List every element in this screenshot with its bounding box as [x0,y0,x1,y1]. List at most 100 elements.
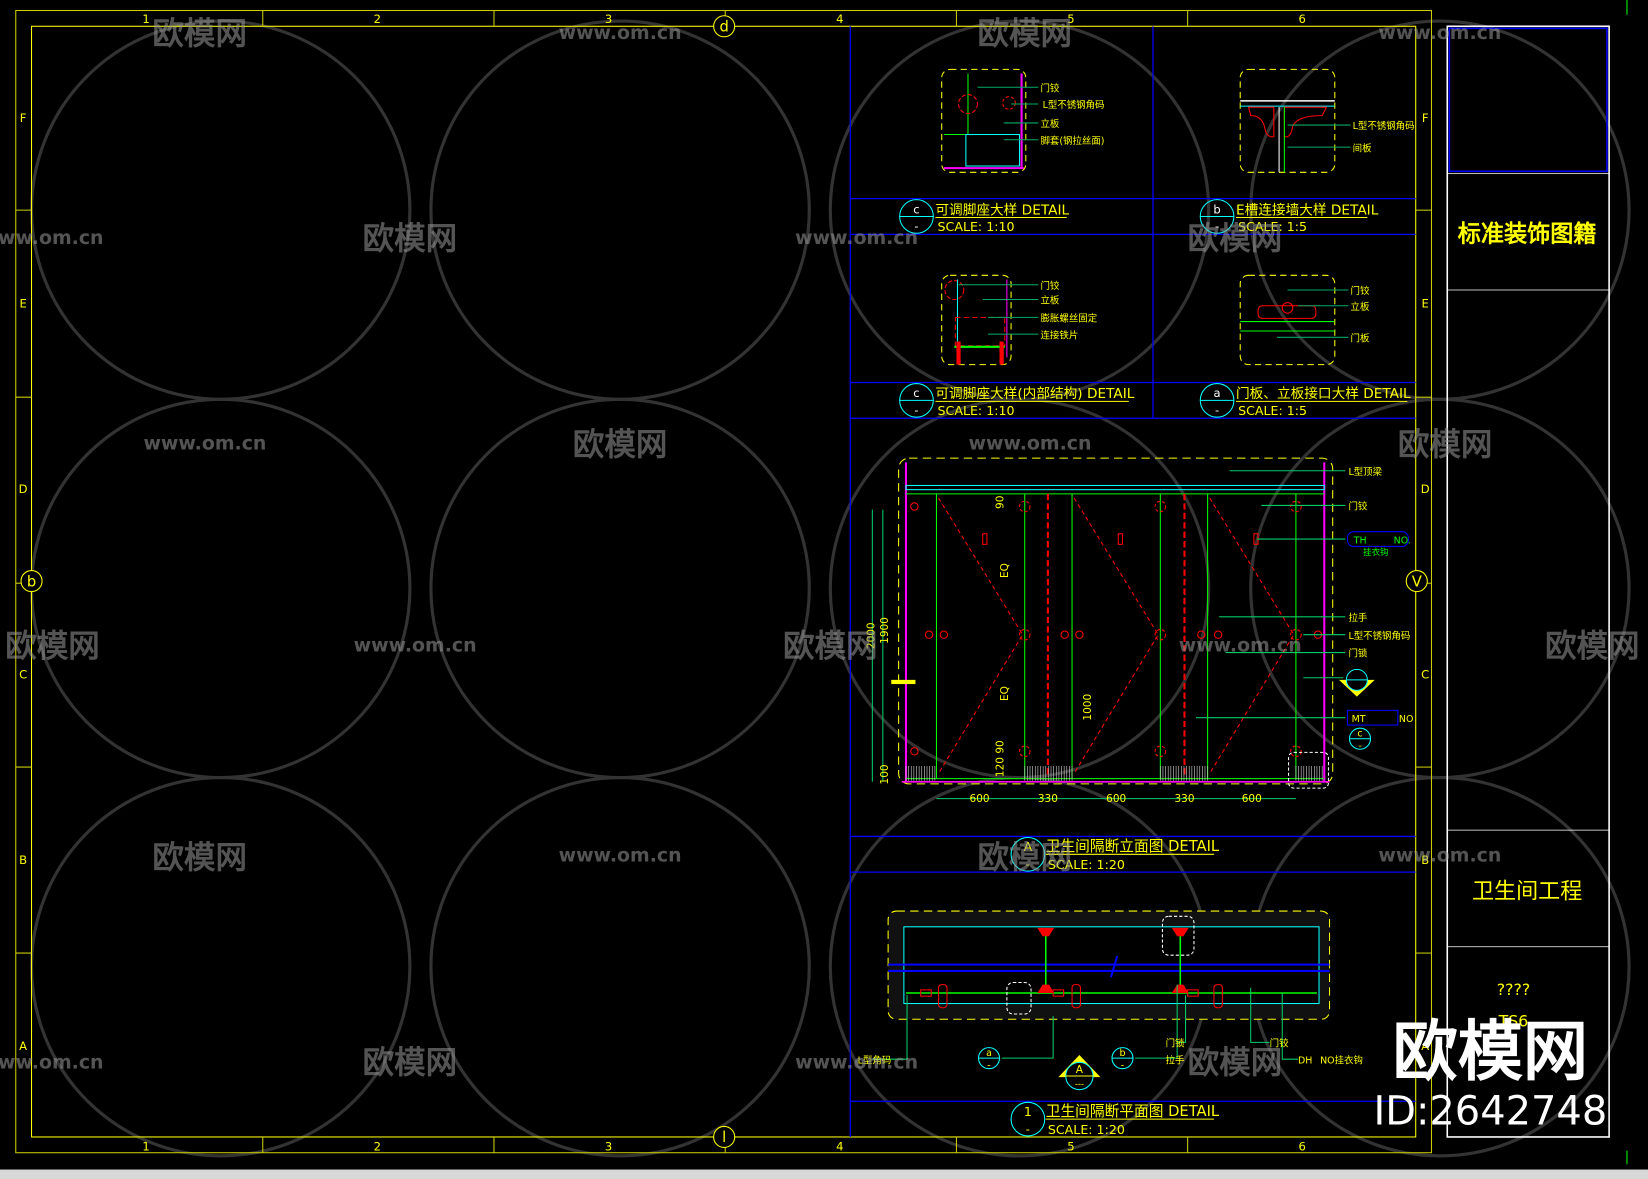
plan-sheet: - [1026,1122,1030,1136]
plan-section-sheet: --- [1075,1079,1084,1089]
plan-mark: 1 [1024,1104,1032,1119]
plan-title: 卫生间隔断平面图 DETAIL [1046,1103,1220,1120]
plan-label-dh: DH [1298,1055,1312,1066]
frame-row-label-left: F [20,111,27,125]
dimension-bottom: 600 [970,793,990,805]
dimension-handle-height: 1000 [1082,694,1094,721]
watermark-logo: 欧模网 [1188,221,1283,257]
detail-label: 间板 [1353,142,1372,154]
detail-sheet: - [914,403,918,417]
tag-mt: MT [1352,714,1366,725]
plan-label-handle: 拉手 [1166,1054,1185,1066]
detail-mark: a [1214,386,1221,400]
elevation-label-bracket: L型不锈钢角码 [1348,630,1410,642]
watermark-logo: 欧模网 [1398,427,1493,463]
dimension-eq: EQ [999,686,1011,701]
detail-mark: b [1213,202,1220,216]
watermark-logo: 欧模网 [152,840,247,876]
dimension-bottom-gap: 120 90 [995,740,1007,777]
frame-column-label-bottom: 5 [1067,1140,1074,1154]
elevation-label-handle: 拉手 [1348,612,1367,624]
svg-text:d: d [719,19,728,36]
frame-column-label-bottom: 1 [142,1140,149,1154]
tag-mt-no: NO [1399,714,1414,725]
elevation-label-hinge: 门铰 [1348,501,1367,513]
dimension-bottom: 330 [1174,793,1194,805]
frame-marker-right: V [1405,570,1428,593]
plan-callout-sheet: - [1121,1061,1124,1072]
frame-marker-left: b [20,570,43,593]
detail-label: 连接铁片 [1041,329,1079,341]
detail-label: 脚套(钢拉丝面) [1041,135,1105,147]
detail-label: 门板 [1351,333,1370,345]
detail-label: 立板 [1041,295,1060,307]
watermark-url: www.om.cn [0,1052,104,1074]
title-block-drawing-name: ???? [1497,980,1530,999]
callout-mark: c [1357,729,1362,740]
watermark-id: ID:2642748 [1373,1088,1607,1134]
frame-row-label-right: C [1421,668,1429,682]
frame-column-label-bottom: 2 [374,1140,381,1154]
watermark-url: www.om.cn [0,227,104,249]
detail-mark: c [913,202,919,216]
watermark-url: www.om.cn [1378,22,1501,44]
plan-callout-mark: a [986,1048,992,1059]
detail-label: 门铰 [1351,285,1370,297]
tag-hook-label: 挂衣钩 [1363,547,1388,557]
watermark-logo: 欧模网 [5,629,100,665]
watermark-logo-large: 欧模网 [1393,1015,1588,1090]
detail-scale: SCALE: 1:10 [938,403,1015,418]
watermark-logo: 欧模网 [363,221,458,257]
detail-label: 立板 [1041,118,1060,130]
detail-label: L型不锈钢角码 [1043,99,1105,111]
watermark-url: www.om.cn [795,227,918,249]
svg-text:b: b [27,573,36,590]
frame-row-label-left: B [19,853,27,867]
status-bar [0,1169,1648,1179]
title-block-project: 卫生间工程 [1472,879,1582,904]
watermark-logo: 欧模网 [783,629,878,665]
detail-label: 门铰 [1041,280,1060,292]
watermark-url: www.om.cn [1378,845,1501,867]
dimension-eq: EQ [999,563,1011,578]
frame-row-label-right: E [1422,296,1429,310]
detail-mark: c [913,386,919,400]
frame-marker-top: d [713,15,736,38]
detail-label: L型不锈钢角码 [1353,120,1415,132]
frame-column-label-top: 2 [374,12,381,26]
watermark-url: www.om.cn [143,433,266,455]
frame-row-label-left: A [19,1039,27,1053]
frame-column-label-top: 6 [1299,12,1306,26]
detail-title: 门板、立板接口大样 DETAIL [1236,385,1411,402]
dimension-panel: 1900 [879,617,891,644]
detail-title: E槽连接墙大样 DETAIL [1236,201,1379,218]
dimension-bottom: 600 [1242,793,1262,805]
frame-row-label-left: D [19,482,28,496]
watermark-url: www.om.cn [795,1052,918,1074]
watermark-url: www.om.cn [969,433,1092,455]
frame-marker-bottom: l [713,1125,736,1149]
svg-text:l: l [722,1129,726,1146]
svg-text:V: V [1412,573,1422,590]
dimension-foot: 100 [879,764,891,784]
title-block-title: 标准装饰图籍 [1458,221,1597,248]
frame-row-label-left: C [19,668,27,682]
callout-sheet: - [1358,741,1361,752]
watermark-logo: 欧模网 [1188,1045,1283,1081]
frame-column-label-bottom: 4 [836,1140,843,1154]
watermark-logo: 欧模网 [363,1045,458,1081]
watermark-url: www.om.cn [354,634,477,656]
frame-row-label-right: F [1422,111,1429,125]
watermark-url: www.om.cn [559,845,682,867]
watermark-logo: 欧模网 [977,840,1072,876]
detail-scale: SCALE: 1:5 [1238,403,1307,418]
cad-drawing-canvas[interactable]: 112233445566F FE ED DC CB BA A d l b V 标准装饰图籍 … [0,0,1648,1179]
frame-column-label-bottom: 3 [605,1140,612,1154]
detail-sheet: - [1215,403,1219,417]
detail-label: 立板 [1351,301,1370,313]
frame-row-label-left: E [19,296,26,310]
elevation-label-top_beam: L型顶梁 [1348,466,1382,478]
frame-column-label-bottom: 6 [1299,1140,1306,1154]
detail-label: 门铰 [1041,82,1060,94]
dimension-bottom: 330 [1038,793,1058,805]
